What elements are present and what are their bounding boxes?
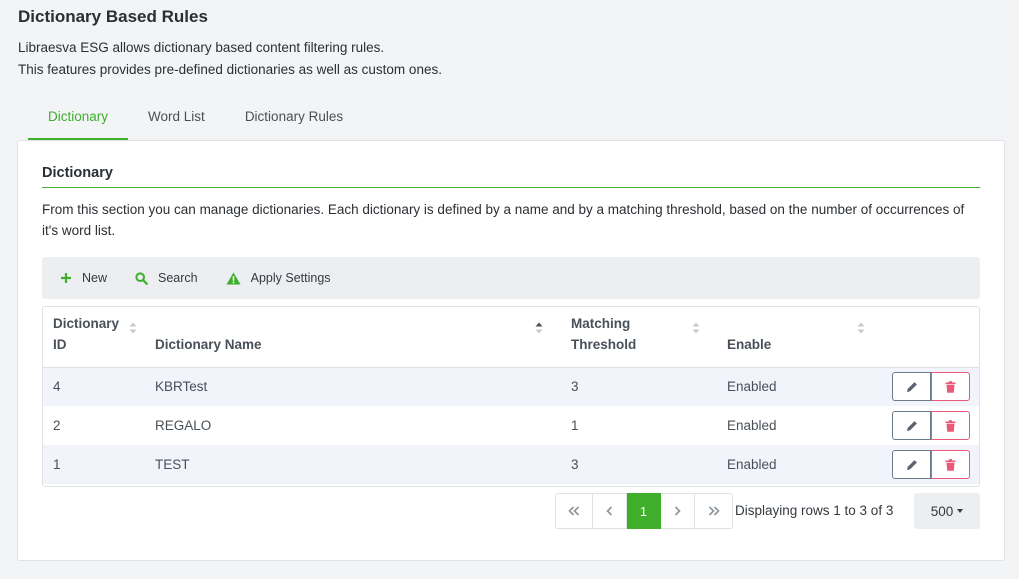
cell-actions xyxy=(883,445,979,484)
search-button[interactable]: Search xyxy=(135,271,198,285)
delete-button[interactable] xyxy=(931,411,970,440)
trash-icon xyxy=(945,419,956,432)
last-page-button[interactable] xyxy=(695,493,733,529)
pencil-icon xyxy=(906,459,917,470)
delete-button[interactable] xyxy=(931,372,970,402)
dictionary-card: Dictionary From this section you can man… xyxy=(17,140,1005,561)
dictionary-table: Dictionary ID Dictionary Name Matching T… xyxy=(42,306,980,487)
pagination: 1 xyxy=(555,493,733,529)
column-header-id-line1: Dictionary xyxy=(53,315,120,331)
column-header-enable[interactable]: Enable xyxy=(717,307,883,368)
chevron-left-icon xyxy=(606,506,613,516)
column-header-name[interactable]: Dictionary Name xyxy=(145,307,561,368)
table-row: 4 KBRTest 3 Enabled xyxy=(43,367,979,406)
delete-button[interactable] xyxy=(931,450,970,479)
page-description-line2: This features provides pre-defined dicti… xyxy=(18,62,442,77)
cell-enable: Enabled xyxy=(717,445,883,484)
pencil-icon xyxy=(906,381,917,392)
new-button[interactable]: New xyxy=(60,271,107,285)
page-title: Dictionary Based Rules xyxy=(18,7,208,26)
table-row: 2 REGALO 1 Enabled xyxy=(43,406,979,445)
cell-name: REGALO xyxy=(155,418,212,433)
search-button-label: Search xyxy=(158,271,198,285)
tab-word-list[interactable]: Word List xyxy=(128,100,225,140)
page-1-button[interactable]: 1 xyxy=(627,493,661,529)
cell-name: TEST xyxy=(145,445,561,484)
trash-icon xyxy=(945,380,956,393)
table-row: 1 TEST 3 Enabled xyxy=(43,445,979,484)
cell-threshold: 3 xyxy=(561,445,717,484)
cell-id: 4 xyxy=(43,367,145,406)
cell-enable: Enabled xyxy=(717,367,883,406)
sort-ascending-icon xyxy=(535,319,543,340)
warning-icon xyxy=(226,272,241,284)
first-page-button[interactable] xyxy=(555,493,593,529)
tab-dictionary-rules[interactable]: Dictionary Rules xyxy=(225,100,363,140)
column-header-threshold-line1: Matching xyxy=(571,315,631,331)
search-icon xyxy=(135,271,148,285)
tab-bar: Dictionary Word List Dictionary Rules xyxy=(28,100,363,140)
chevron-right-icon xyxy=(674,506,681,516)
edit-button[interactable] xyxy=(892,372,931,402)
edit-button[interactable] xyxy=(892,411,931,440)
column-header-actions xyxy=(883,307,979,368)
double-chevron-left-icon xyxy=(568,506,580,516)
cell-id: 1 xyxy=(43,445,145,484)
trash-icon xyxy=(945,458,956,471)
sort-icon xyxy=(692,319,700,340)
caret-down-icon xyxy=(957,509,964,513)
cell-threshold: 3 xyxy=(561,367,717,406)
apply-settings-label: Apply Settings xyxy=(250,271,331,285)
previous-page-button[interactable] xyxy=(593,493,627,529)
sort-icon xyxy=(857,319,865,340)
column-header-threshold[interactable]: Matching Threshold xyxy=(561,307,717,368)
column-header-name-label: Dictionary Name xyxy=(155,336,262,352)
toolbar: New Search Apply Settings xyxy=(42,257,980,299)
cell-threshold: 1 xyxy=(571,418,579,433)
card-title: Dictionary xyxy=(42,165,980,188)
edit-button[interactable] xyxy=(892,450,931,479)
pencil-icon xyxy=(906,420,917,431)
plus-icon xyxy=(61,273,71,283)
page-size-dropdown[interactable]: 500 xyxy=(914,493,980,529)
card-description: From this section you can manage diction… xyxy=(42,202,965,238)
column-header-id[interactable]: Dictionary ID xyxy=(43,307,145,368)
tab-dictionary[interactable]: Dictionary xyxy=(28,100,129,140)
cell-name: KBRTest xyxy=(145,367,561,406)
new-button-label: New xyxy=(82,271,108,285)
cell-actions xyxy=(883,406,979,445)
sort-icon xyxy=(129,319,137,340)
page-size-value: 500 xyxy=(930,503,954,519)
column-header-threshold-line2: Threshold xyxy=(571,336,637,352)
cell-id: 2 xyxy=(53,418,61,433)
apply-settings-button[interactable]: Apply Settings xyxy=(226,271,331,285)
rows-info: Displaying rows 1 to 3 of 3 xyxy=(735,503,894,518)
cell-actions xyxy=(883,367,979,406)
double-chevron-right-icon xyxy=(708,506,720,516)
column-header-id-line2: ID xyxy=(53,336,67,352)
column-header-enable-label: Enable xyxy=(727,336,772,352)
next-page-button[interactable] xyxy=(661,493,695,529)
cell-enable: Enabled xyxy=(727,418,777,433)
page-description-line1: Libraesva ESG allows dictionary based co… xyxy=(18,40,385,55)
